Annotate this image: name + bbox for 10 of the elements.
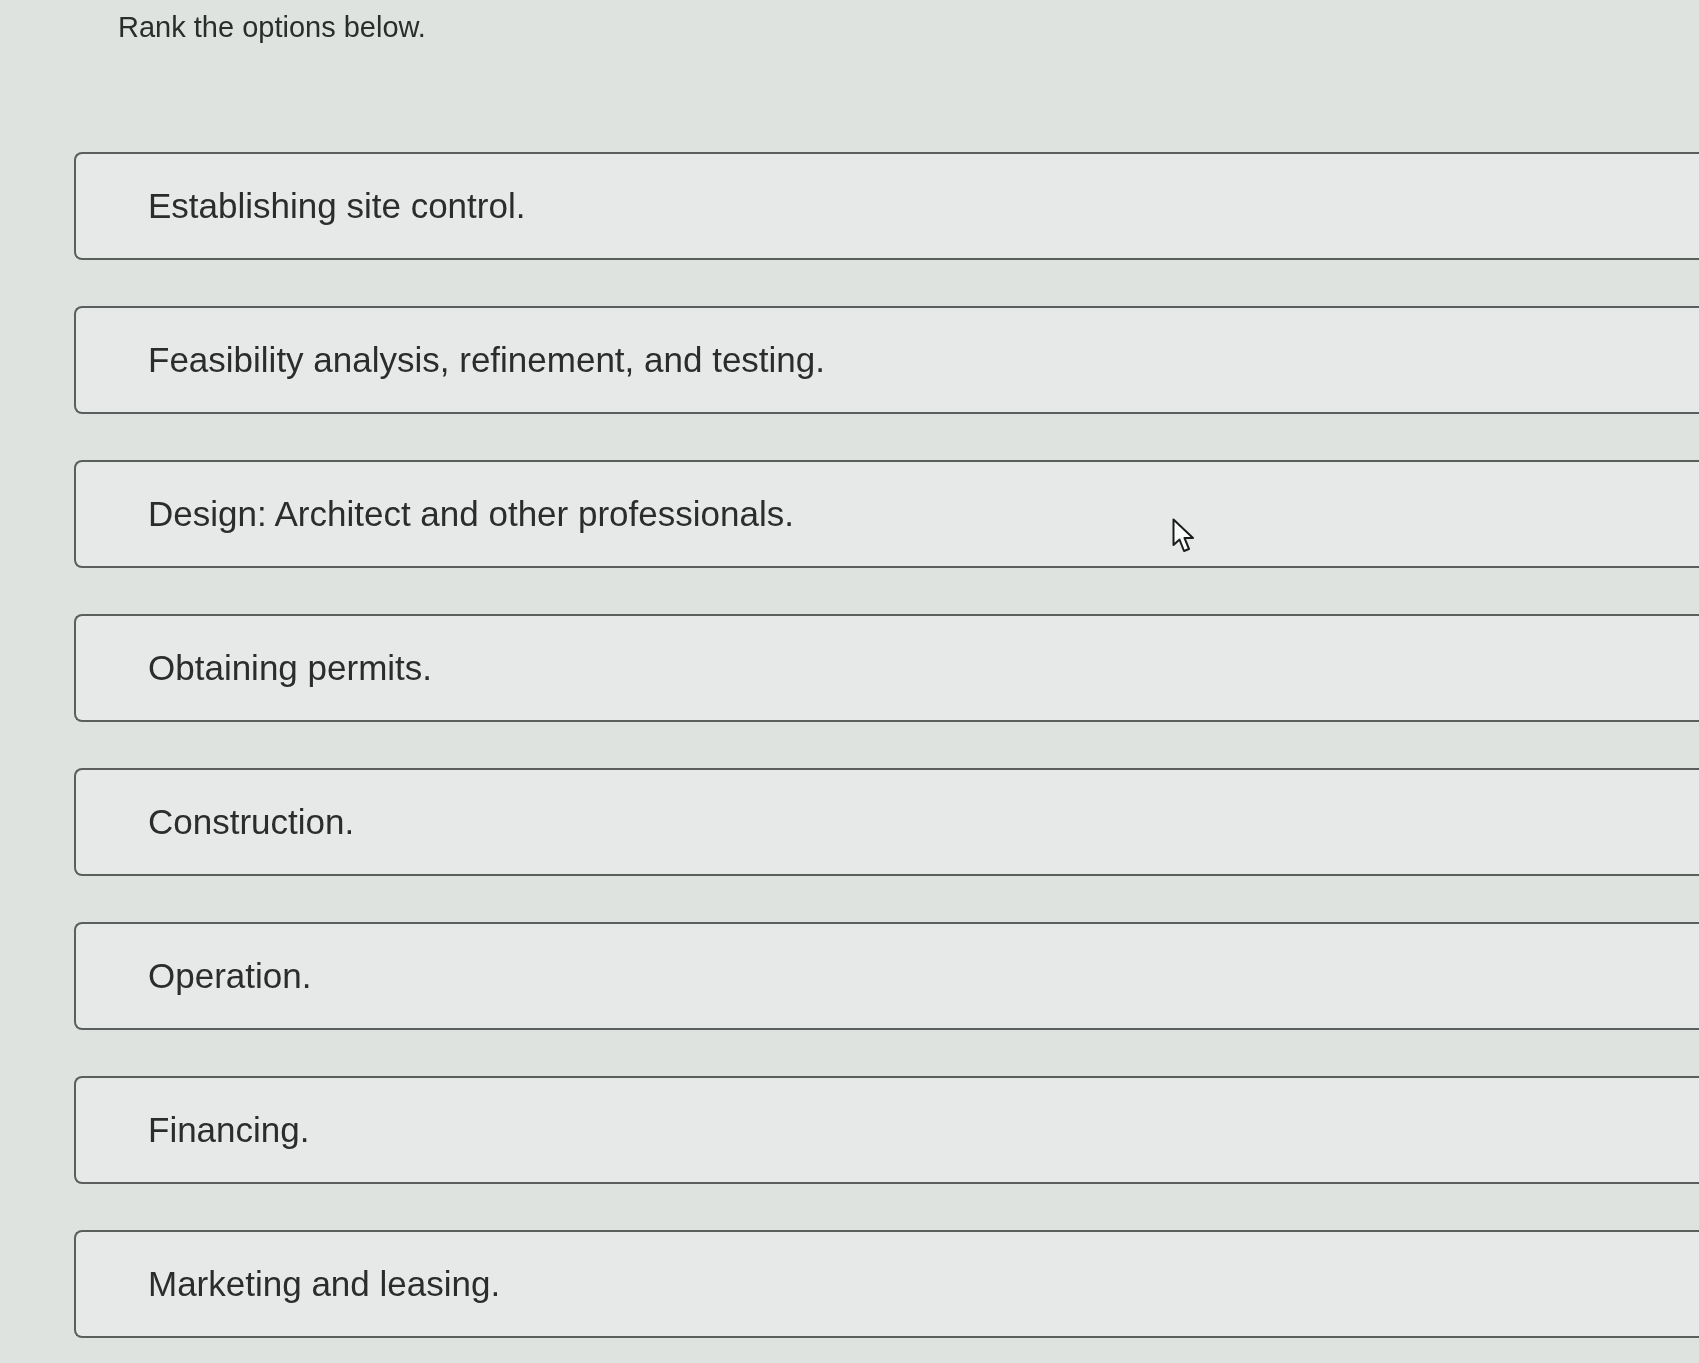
rank-option[interactable]: Construction.	[74, 768, 1699, 876]
instruction-text: Rank the options below.	[118, 10, 426, 45]
rank-option[interactable]: Financing.	[74, 1076, 1699, 1184]
rank-option[interactable]: Operation.	[74, 922, 1699, 1030]
rank-option[interactable]: Marketing and leasing.	[74, 1230, 1699, 1338]
mouse-pointer-icon	[1172, 518, 1196, 554]
rank-option[interactable]: Feasibility analysis, refinement, and testing.	[74, 306, 1699, 414]
rank-option[interactable]: Design: Architect and other professionals.	[74, 460, 1699, 568]
rank-option[interactable]: Obtaining permits.	[74, 614, 1699, 722]
rank-option[interactable]: Establishing site control.	[74, 152, 1699, 260]
